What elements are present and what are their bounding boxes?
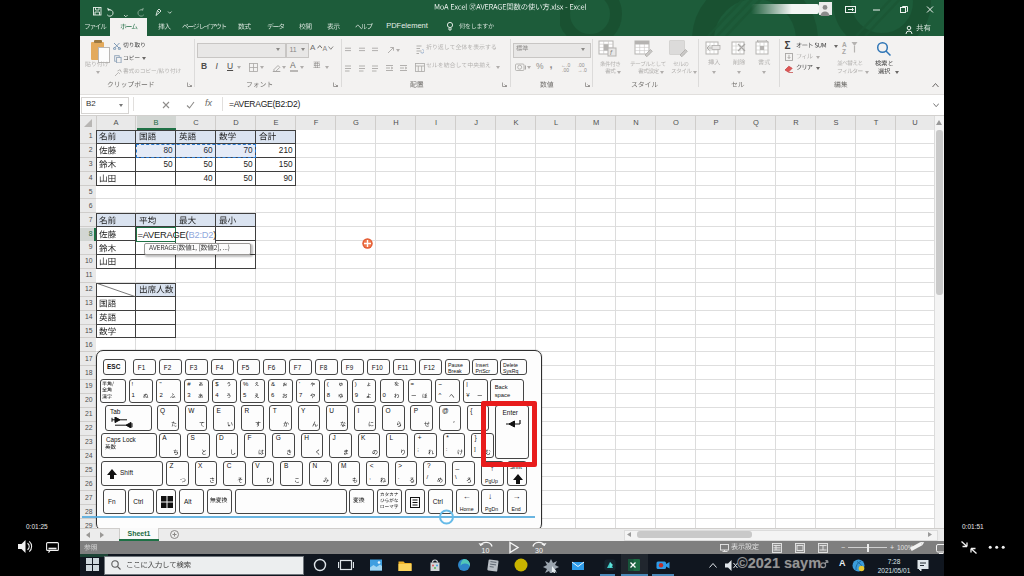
svg-text:30: 30 [535, 546, 543, 553]
svg-text:10: 10 [482, 546, 490, 553]
